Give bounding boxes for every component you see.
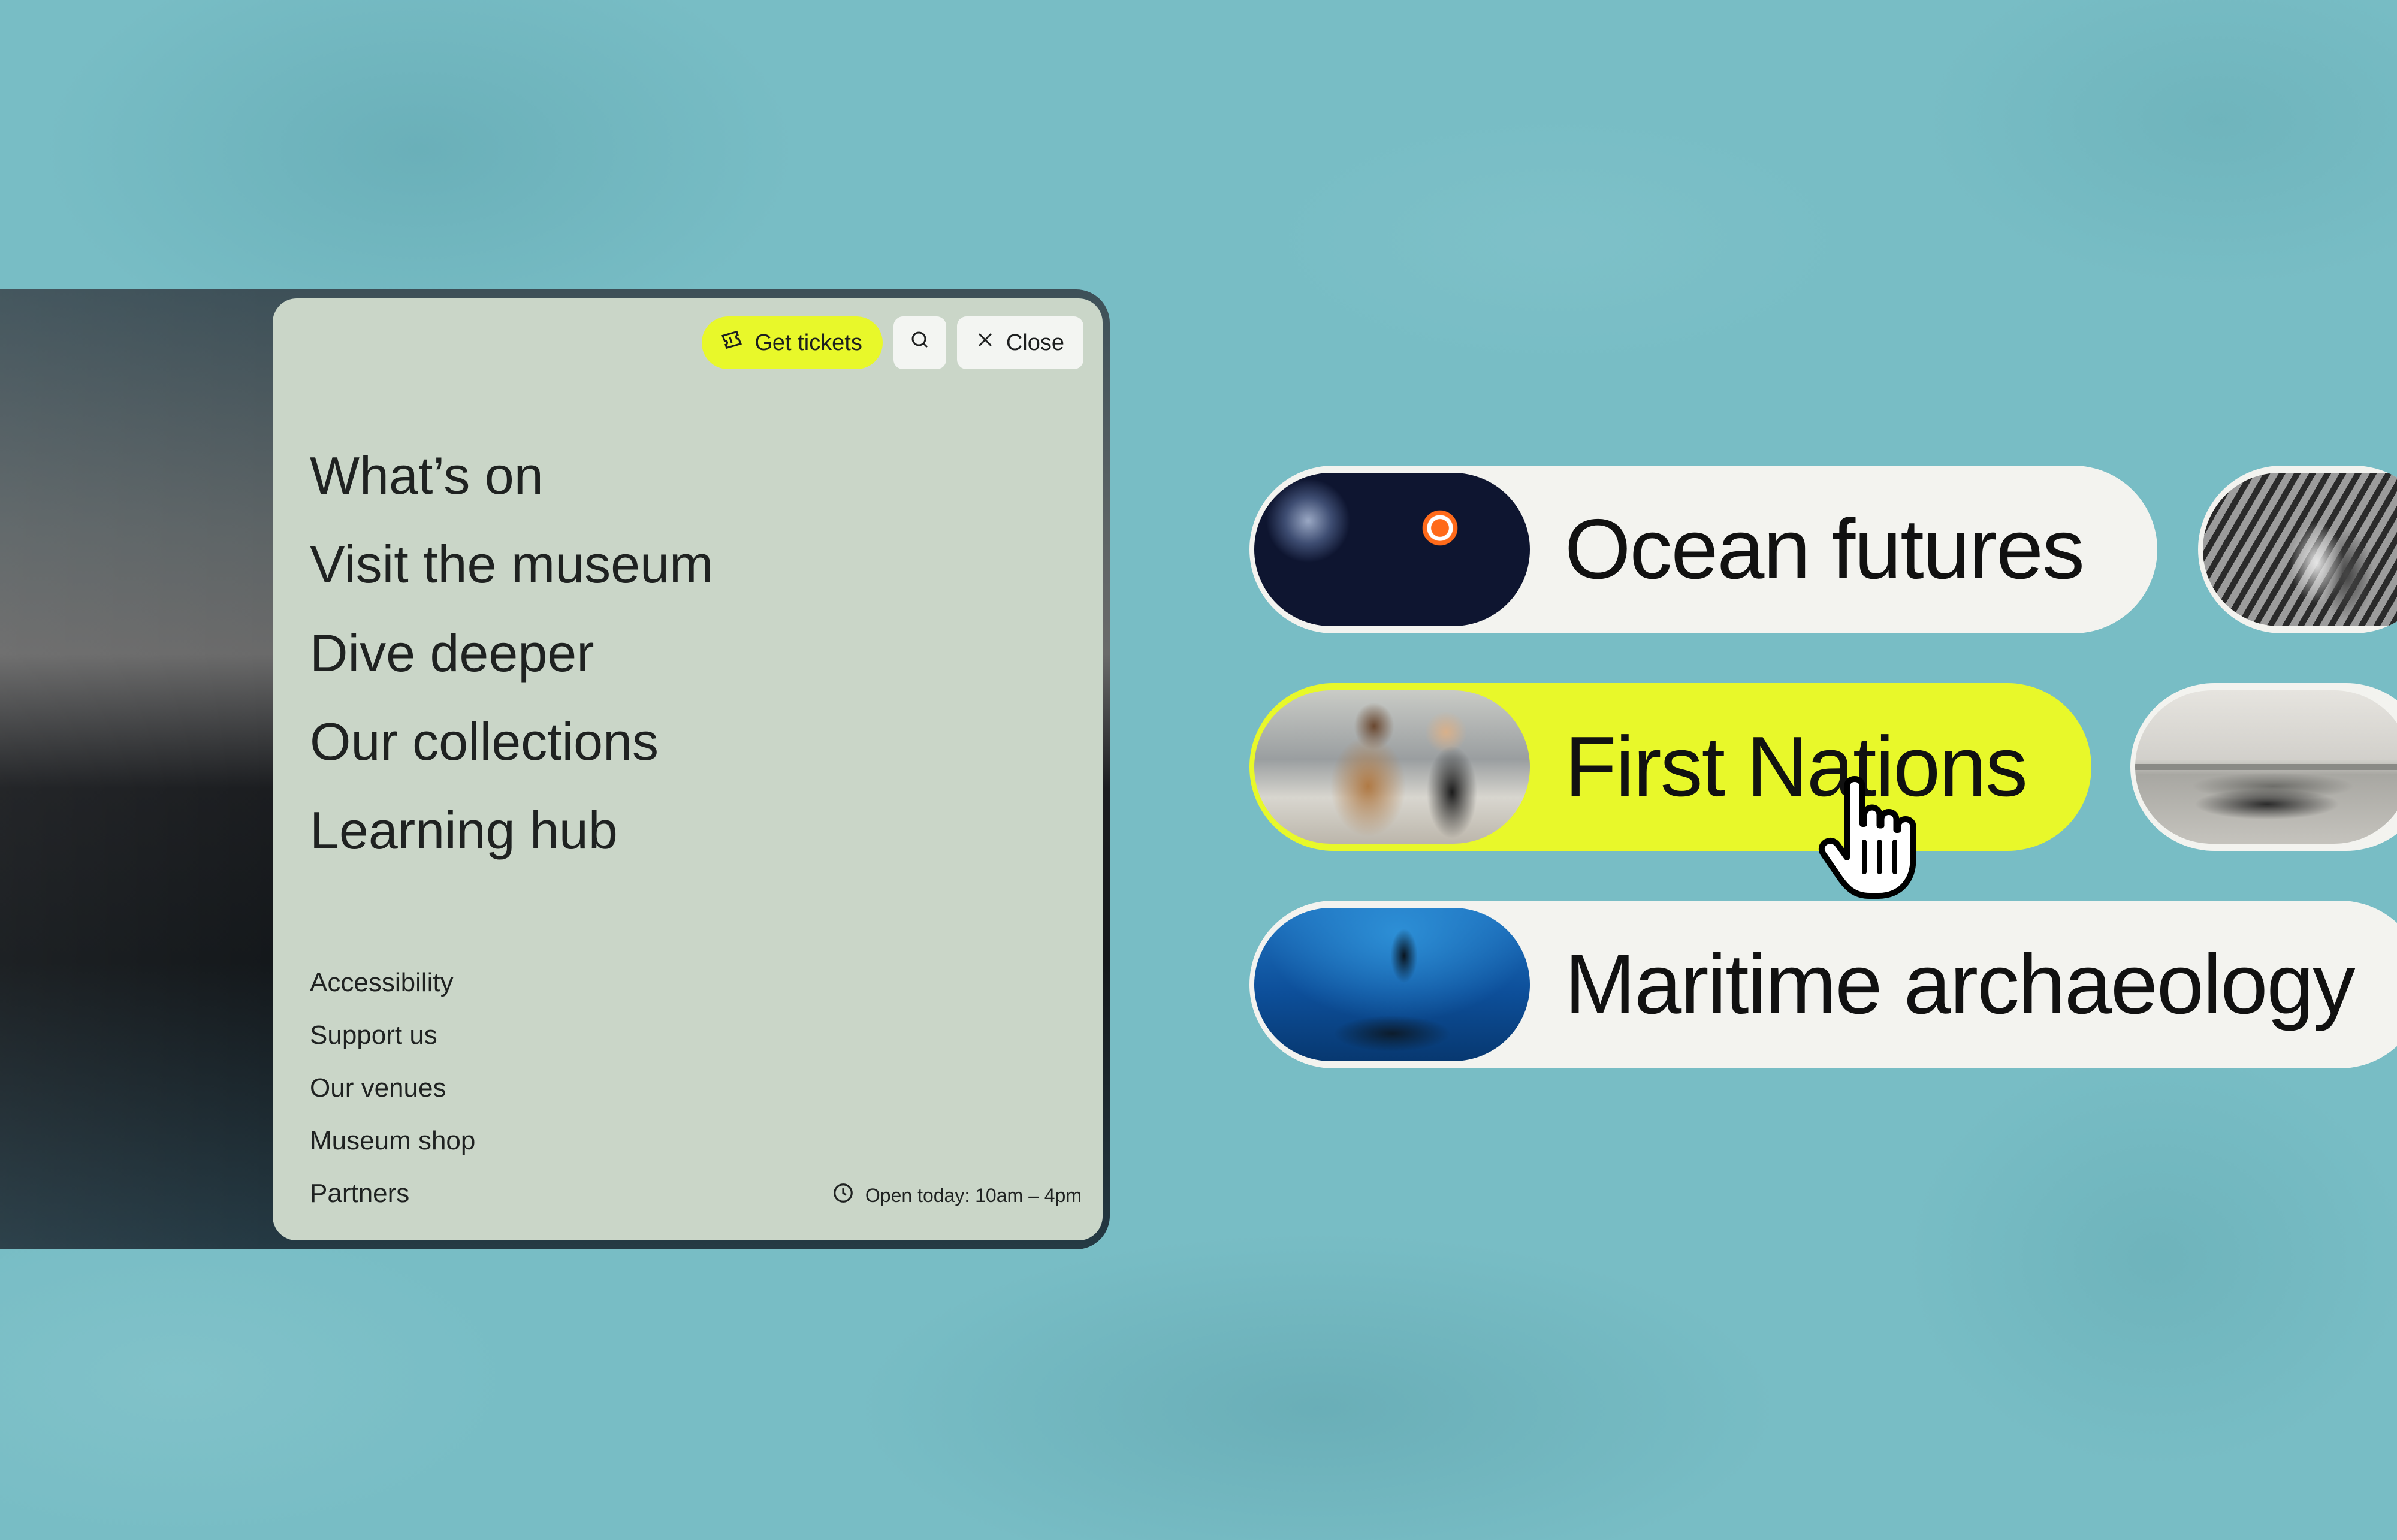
nav-link-support-us[interactable]: Support us: [310, 1009, 475, 1062]
clownfish-anemone-photo: [1254, 473, 1530, 626]
topic-pill-partial-2[interactable]: [2130, 683, 2397, 851]
main-navigation-list: What’s on Visit the museum Dive deeper O…: [310, 431, 713, 875]
close-label: Close: [1006, 330, 1064, 355]
opening-hours: Open today: 10am – 4pm: [832, 1182, 1082, 1209]
topic-pill-maritime-archaeology[interactable]: Maritime archaeology: [1249, 901, 2397, 1068]
clock-icon: [832, 1182, 855, 1209]
nav-link-learning-hub[interactable]: Learning hub: [310, 786, 713, 875]
opening-hours-text: Open today: 10am – 4pm: [865, 1184, 1082, 1206]
nav-link-dive-deeper[interactable]: Dive deeper: [310, 609, 713, 697]
topic-label: Maritime archaeology: [1565, 937, 2355, 1032]
close-button[interactable]: Close: [956, 316, 1083, 369]
nav-link-our-venues[interactable]: Our venues: [310, 1062, 475, 1115]
nav-link-whats-on[interactable]: What’s on: [310, 431, 713, 520]
get-tickets-button[interactable]: Get tickets: [702, 316, 883, 369]
hand-pointer-cursor: [1813, 773, 1927, 905]
diver-shipwreck-photo: [1254, 908, 1530, 1061]
topic-label: First Nations: [1565, 719, 2028, 814]
topic-label: Ocean futures: [1565, 502, 2085, 597]
nav-link-museum-shop[interactable]: Museum shop: [310, 1115, 475, 1167]
get-tickets-label: Get tickets: [754, 330, 862, 355]
nav-link-visit-the-museum[interactable]: Visit the museum: [310, 520, 713, 609]
people-on-wharf-photo: [1254, 690, 1530, 844]
search-icon: [909, 329, 931, 357]
nav-link-partners[interactable]: Partners: [310, 1167, 475, 1220]
search-button[interactable]: [893, 316, 946, 369]
topic-pill-first-nations[interactable]: First Nations: [1249, 683, 2091, 851]
ticket-icon: [720, 328, 744, 358]
menu-toolbar: Get tickets Close: [702, 316, 1083, 369]
historic-people-photo: [2203, 473, 2397, 626]
nav-link-our-collections[interactable]: Our collections: [310, 697, 713, 786]
close-icon: [975, 330, 995, 356]
nav-link-accessibility[interactable]: Accessibility: [310, 956, 475, 1009]
historic-steamboat-photo: [2135, 690, 2397, 844]
secondary-navigation-list: Accessibility Support us Our venues Muse…: [310, 956, 475, 1220]
topic-pill-partial-1[interactable]: [2198, 466, 2397, 633]
topic-pill-ocean-futures[interactable]: Ocean futures: [1249, 466, 2157, 633]
navigation-menu-panel: Get tickets Close What’s on Visit the mu…: [273, 298, 1103, 1240]
